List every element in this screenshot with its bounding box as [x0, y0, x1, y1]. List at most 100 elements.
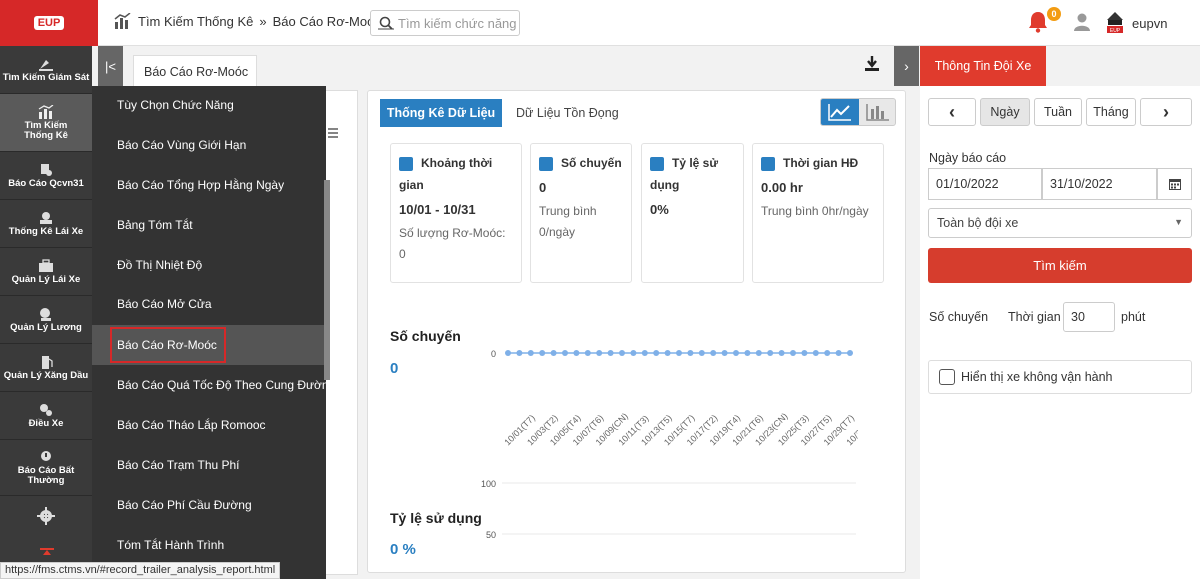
data-point [527, 350, 534, 356]
menu-item-daily-summary[interactable]: Báo Cáo Tổng Hợp Hằng Ngày [92, 165, 326, 205]
function-search-input[interactable]: Tìm kiếm chức năng [370, 10, 520, 36]
data-point [812, 350, 819, 356]
y-tick-label: 0 [491, 349, 496, 359]
calendar-button[interactable] [1157, 168, 1192, 200]
tab-backlog-data[interactable]: Dữ Liệu Tồn Đọng [516, 106, 619, 120]
card-value: 10/01 - 10/31 [399, 202, 476, 217]
stats-icon [114, 13, 131, 29]
nav-dispatch[interactable]: Điều Xe [0, 392, 92, 440]
menu-item-overspeed-route[interactable]: Báo Cáo Quá Tốc Độ Theo Cung Đường [92, 365, 335, 405]
nav-label: Tìm Kiếm Thống Kê [24, 119, 68, 141]
chevron-right-icon: › [1163, 101, 1169, 122]
menu-scrollbar[interactable] [324, 180, 330, 380]
breadcrumb: Tìm Kiếm Thống Kê » Báo Cáo Rơ-Moóc [114, 13, 381, 29]
card-title: Thời gian HĐ [783, 156, 859, 170]
left-nav: Tìm Kiếm Giám Sát Tìm Kiếm Thống Kê Báo … [0, 46, 92, 579]
trips-chart-title: Số chuyến [390, 328, 461, 344]
nav-stats-search[interactable]: Tìm Kiếm Thống Kê [0, 94, 92, 152]
tab-data-stats[interactable]: Thống Kê Dữ Liệu [380, 99, 502, 127]
data-point [596, 350, 603, 356]
report-list-panel [326, 90, 358, 575]
nav-abnormal-report[interactable]: Báo Cáo Bất Thường [0, 440, 92, 496]
line-chart-icon [828, 104, 851, 121]
trips-checkbox[interactable] [539, 156, 553, 171]
dispatch-icon [40, 403, 52, 416]
abnormal-report-icon [41, 450, 51, 461]
menu-item-trailer-detach[interactable]: Báo Cáo Tháo Lắp Romooc [92, 405, 326, 445]
breadcrumb-separator: » [259, 13, 267, 29]
usage-chart-title: Tỷ lệ sử dụng [390, 510, 482, 526]
user-icon[interactable] [1072, 12, 1092, 32]
period-month-button[interactable]: Tháng [1086, 98, 1136, 126]
date-from-input[interactable]: 01/10/2022 [928, 168, 1042, 200]
card-sub: Trung bình 0/ngày [539, 204, 597, 239]
calendar-icon [1168, 179, 1181, 190]
column-settings-icon[interactable] [328, 127, 338, 139]
collapse-sidebar-button[interactable]: |< [98, 46, 123, 86]
data-point [698, 350, 705, 356]
stat-card-active-time: Thời gian HĐ 0.00 hr Trung bình 0hr/ngày [752, 143, 884, 283]
line-chart-button[interactable] [821, 99, 859, 125]
stats-dropdown-menu: Tùy Chọn Chức Năng Báo Cáo Vùng Giới Hạn… [92, 86, 335, 579]
nav-label: Quản Lý Lương [10, 321, 82, 333]
bar-chart-icon [865, 104, 889, 121]
stats-icon [38, 104, 54, 119]
filter-panel: ‹ Ngày Tuần Tháng › Ngày báo cáo 01/10/2… [920, 86, 1200, 579]
show-inactive-checkbox[interactable] [939, 369, 955, 385]
breadcrumb-stats[interactable]: Tìm Kiếm Thống Kê [138, 14, 253, 29]
menu-item-geofence-report[interactable]: Báo Cáo Vùng Giới Hạn [92, 125, 326, 165]
chevron-right-icon: › [904, 58, 909, 74]
menu-item-trip-summary[interactable]: Tóm Tắt Hành Trình [92, 525, 326, 565]
nav-qcvn31[interactable]: Báo Cáo Qcvn31 [0, 152, 92, 200]
nav-salary-management[interactable]: Quản Lý Lương [0, 296, 92, 344]
period-checkbox[interactable] [399, 156, 413, 171]
nav-settings[interactable] [0, 496, 92, 536]
notification-badge: 0 [1047, 7, 1061, 21]
usage-checkbox[interactable] [650, 156, 664, 171]
pin-icon[interactable] [40, 548, 54, 558]
period-day-button[interactable]: Ngày [980, 98, 1030, 126]
prev-button[interactable]: ‹ [928, 98, 976, 126]
nav-driver-management[interactable]: Quản Lý Lái Xe [0, 248, 92, 296]
nav-driver-stats[interactable]: Thống Kê Lái Xe [0, 200, 92, 248]
show-inactive-vehicles[interactable]: Hiển thị xe không vận hành [928, 360, 1192, 394]
minutes-unit: phút [1121, 310, 1146, 324]
menu-item-toll-station[interactable]: Báo Cáo Trạm Thu Phí [92, 445, 326, 485]
active-time-checkbox[interactable] [761, 156, 775, 171]
nav-label: Báo Cáo Qcvn31 [8, 177, 84, 189]
menu-item-road-fee[interactable]: Báo Cáo Phí Cầu Đường [92, 485, 326, 525]
period-week-button[interactable]: Tuần [1034, 98, 1082, 126]
menu-item-temperature-chart[interactable]: Đồ Thị Nhiệt Độ [92, 245, 326, 285]
y-tick-label: 100 [481, 479, 496, 489]
trips-chart-value: 0 [390, 360, 399, 377]
tab-trailer-report[interactable]: Báo Cáo Rơ-Moóc [133, 55, 257, 86]
search-button[interactable]: Tìm kiếm [928, 248, 1192, 283]
date-to-input[interactable]: 31/10/2022 [1042, 168, 1157, 200]
avatar[interactable]: EUP [1104, 10, 1126, 34]
minutes-input[interactable]: 30 [1063, 302, 1115, 332]
salary-icon [40, 307, 51, 321]
menu-item-options[interactable]: Tùy Chọn Chức Năng [92, 86, 326, 124]
menu-item-trailer-report[interactable]: Báo Cáo Rơ-Moóc [92, 325, 326, 365]
username[interactable]: eupvn [1132, 16, 1167, 31]
card-sub: Trung bình 0hr/ngày [761, 204, 869, 218]
bell-icon[interactable] [1028, 11, 1048, 33]
data-point [835, 350, 842, 356]
download-icon[interactable] [864, 56, 880, 72]
fleet-select[interactable]: Toàn bộ đội xe ▼ [928, 208, 1192, 238]
logo[interactable]: EUP [0, 0, 98, 46]
trips-threshold-row: Số chuyến Thời gian phút [929, 302, 1189, 332]
next-button[interactable]: › [1140, 98, 1192, 126]
tab-fleet-info[interactable]: Thông Tin Đội Xe [920, 46, 1046, 86]
bar-chart-button[interactable] [859, 99, 896, 125]
nav-monitor-search[interactable]: Tìm Kiếm Giám Sát [0, 46, 92, 94]
nav-fuel-management[interactable]: Quản Lý Xăng Dầu [0, 344, 92, 392]
main-panel: Thống Kê Dữ Liệu Dữ Liệu Tồn Đọng Khoảng… [367, 90, 906, 573]
truck-report-icon [41, 163, 52, 176]
menu-item-summary-table[interactable]: Bảng Tóm Tắt [92, 205, 326, 245]
nav-label: Điều Xe [28, 417, 64, 429]
expand-panel-button[interactable]: › [894, 46, 919, 86]
time-label: Thời gian [1008, 310, 1061, 324]
menu-item-door-open-report[interactable]: Báo Cáo Mở Cửa [92, 284, 326, 324]
data-point [619, 350, 625, 356]
